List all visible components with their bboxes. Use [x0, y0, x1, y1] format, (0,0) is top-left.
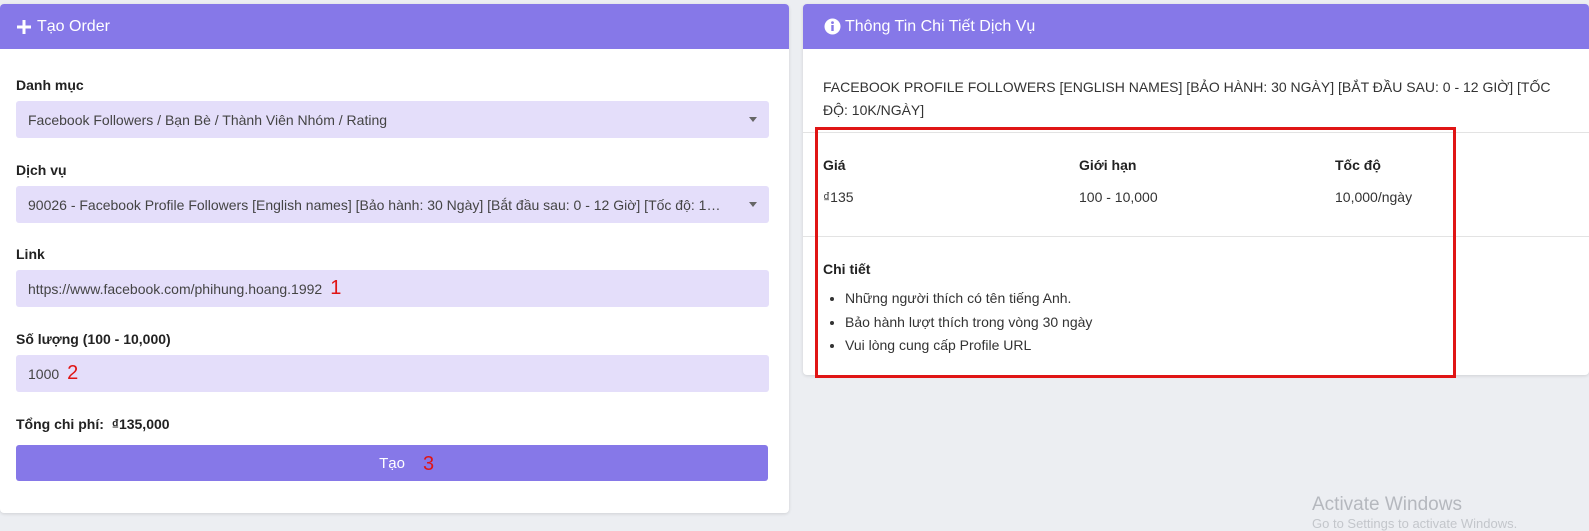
service-details-title: Thông Tin Chi Tiết Dịch Vụ — [845, 17, 1036, 35]
link-input-value: https://www.facebook.com/phihung.hoang.1… — [28, 280, 323, 297]
service-label: Dịch vụ — [16, 162, 67, 178]
list-item: Bảo hành lượt thích trong vòng 30 ngày — [845, 311, 1092, 335]
service-details-card: Thông Tin Chi Tiết Dịch Vụ FACEBOOK PROF… — [803, 4, 1589, 375]
total-cost: Tổng chi phí: ₫135,000 — [16, 416, 170, 432]
annotation-marker-1: 1 — [330, 277, 342, 299]
quantity-label: Số lượng (100 - 10,000) — [16, 331, 171, 347]
category-select[interactable]: Facebook Followers / Bạn Bè / Thành Viên… — [16, 101, 769, 138]
activate-windows-subtext: Go to Settings to activate Windows. — [1312, 516, 1518, 531]
price-value: ₫135 — [823, 189, 854, 205]
service-details-header: Thông Tin Chi Tiết Dịch Vụ — [803, 4, 1589, 49]
activate-windows-watermark: Activate Windows — [1312, 494, 1462, 515]
create-order-card: Tạo Order Danh mục Facebook Followers / … — [0, 4, 789, 513]
speed-value: 10,000/ngày — [1335, 189, 1413, 205]
service-description: FACEBOOK PROFILE FOLLOWERS [ENGLISH NAME… — [823, 79, 1551, 118]
create-order-title: Tạo Order — [37, 17, 110, 35]
category-label: Danh mục — [16, 77, 84, 93]
plus-icon — [15, 18, 33, 36]
speed-label: Tốc độ — [1335, 157, 1381, 173]
details-list: Những người thích có tên tiếng Anh. Bảo … — [823, 287, 1092, 358]
divider — [803, 236, 1589, 237]
link-label: Link — [16, 246, 45, 262]
chevron-down-icon — [749, 202, 757, 207]
info-circle-icon — [823, 18, 841, 36]
link-input[interactable]: https://www.facebook.com/phihung.hoang.1… — [16, 270, 769, 307]
annotation-marker-3: 3 — [423, 453, 435, 475]
chevron-down-icon — [749, 117, 757, 122]
service-select-value: 90026 - Facebook Profile Followers [Engl… — [28, 196, 728, 213]
quantity-input-value: 1000 — [28, 365, 60, 382]
create-button[interactable]: Tạo 3 — [16, 445, 768, 481]
list-item: Những người thích có tên tiếng Anh. — [845, 287, 1092, 311]
create-button-label: Tạo — [379, 454, 405, 472]
total-cost-value: ₫135,000 — [111, 416, 170, 432]
details-label: Chi tiết — [823, 261, 871, 277]
divider — [803, 132, 1589, 133]
create-order-header: Tạo Order — [0, 4, 789, 49]
total-cost-label: Tổng chi phí: — [16, 416, 104, 432]
price-label: Giá — [823, 157, 846, 173]
list-item: Vui lòng cung cấp Profile URL — [845, 334, 1092, 358]
quantity-input[interactable]: 1000 2 — [16, 355, 769, 392]
annotation-marker-2: 2 — [67, 362, 79, 384]
service-select[interactable]: 90026 - Facebook Profile Followers [Engl… — [16, 186, 769, 223]
category-select-value: Facebook Followers / Bạn Bè / Thành Viên… — [28, 111, 388, 128]
limit-value: 100 - 10,000 — [1079, 189, 1158, 205]
limit-label: Giới hạn — [1079, 157, 1137, 173]
